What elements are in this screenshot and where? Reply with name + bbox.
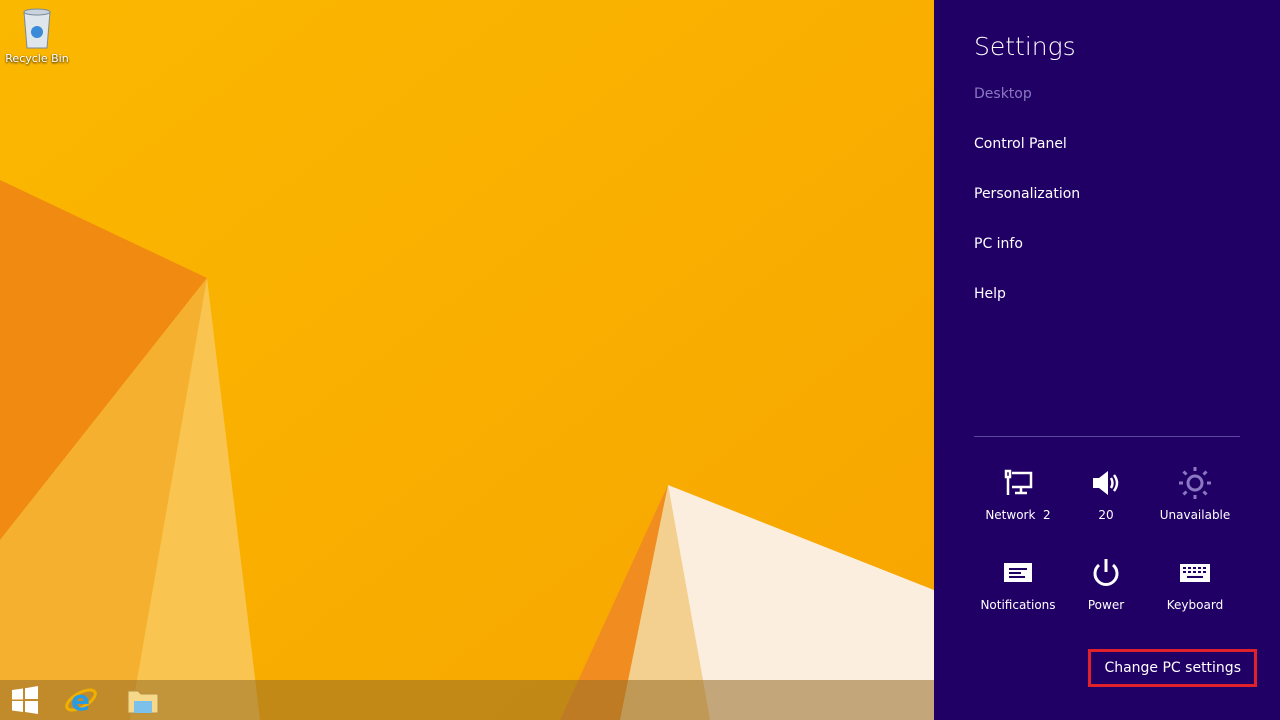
change-pc-settings-label: Change PC settings bbox=[1104, 660, 1241, 676]
notifications-tile[interactable]: Notifications bbox=[973, 556, 1063, 612]
brightness-label: Unavailable bbox=[1159, 508, 1231, 522]
divider bbox=[974, 436, 1240, 437]
desktop-icon-recycle-bin[interactable]: Recycle Bin bbox=[4, 6, 70, 65]
keyboard-label: Keyboard bbox=[1166, 598, 1224, 612]
volume-label: 20 bbox=[1098, 508, 1114, 522]
volume-icon bbox=[1093, 471, 1119, 495]
charm-item-pc-info[interactable]: PC info bbox=[974, 236, 1023, 252]
power-label: Power bbox=[1087, 598, 1125, 612]
start-button[interactable] bbox=[0, 680, 50, 720]
network-label: Network 2 bbox=[985, 508, 1051, 522]
brightness-icon bbox=[1179, 467, 1211, 499]
network-tile[interactable]: Network 2 bbox=[973, 466, 1063, 522]
windows-logo-icon bbox=[12, 686, 38, 714]
folder-icon bbox=[127, 690, 159, 714]
settings-charm: Settings Desktop Control Panel Personali… bbox=[934, 0, 1280, 720]
taskbar: e bbox=[0, 680, 934, 720]
power-icon bbox=[1093, 559, 1119, 586]
charm-title: Settings bbox=[974, 32, 1076, 61]
ie-icon: e bbox=[65, 684, 97, 717]
keyboard-icon bbox=[1180, 564, 1210, 582]
taskbar-file-explorer-button[interactable] bbox=[118, 680, 168, 720]
volume-tile[interactable]: 20 bbox=[1061, 466, 1151, 522]
network-icon bbox=[1004, 469, 1033, 495]
notifications-icon bbox=[1004, 563, 1032, 582]
charm-item-personalization[interactable]: Personalization bbox=[974, 186, 1080, 202]
recycle-bin-icon bbox=[20, 6, 54, 50]
notifications-label: Notifications bbox=[980, 598, 1056, 612]
charm-item-help[interactable]: Help bbox=[974, 286, 1006, 302]
keyboard-tile[interactable]: Keyboard bbox=[1150, 556, 1240, 612]
charm-context-label: Desktop bbox=[974, 86, 1032, 102]
brightness-tile[interactable]: Unavailable bbox=[1150, 466, 1240, 522]
charm-item-control-panel[interactable]: Control Panel bbox=[974, 136, 1067, 152]
desktop-icon-label: Recycle Bin bbox=[5, 52, 69, 65]
desktop-wallpaper bbox=[0, 0, 934, 720]
taskbar-ie-button[interactable]: e bbox=[56, 680, 106, 720]
change-pc-settings-link[interactable]: Change PC settings bbox=[1088, 649, 1257, 687]
svg-text:e: e bbox=[71, 684, 90, 717]
power-tile[interactable]: Power bbox=[1061, 556, 1151, 612]
